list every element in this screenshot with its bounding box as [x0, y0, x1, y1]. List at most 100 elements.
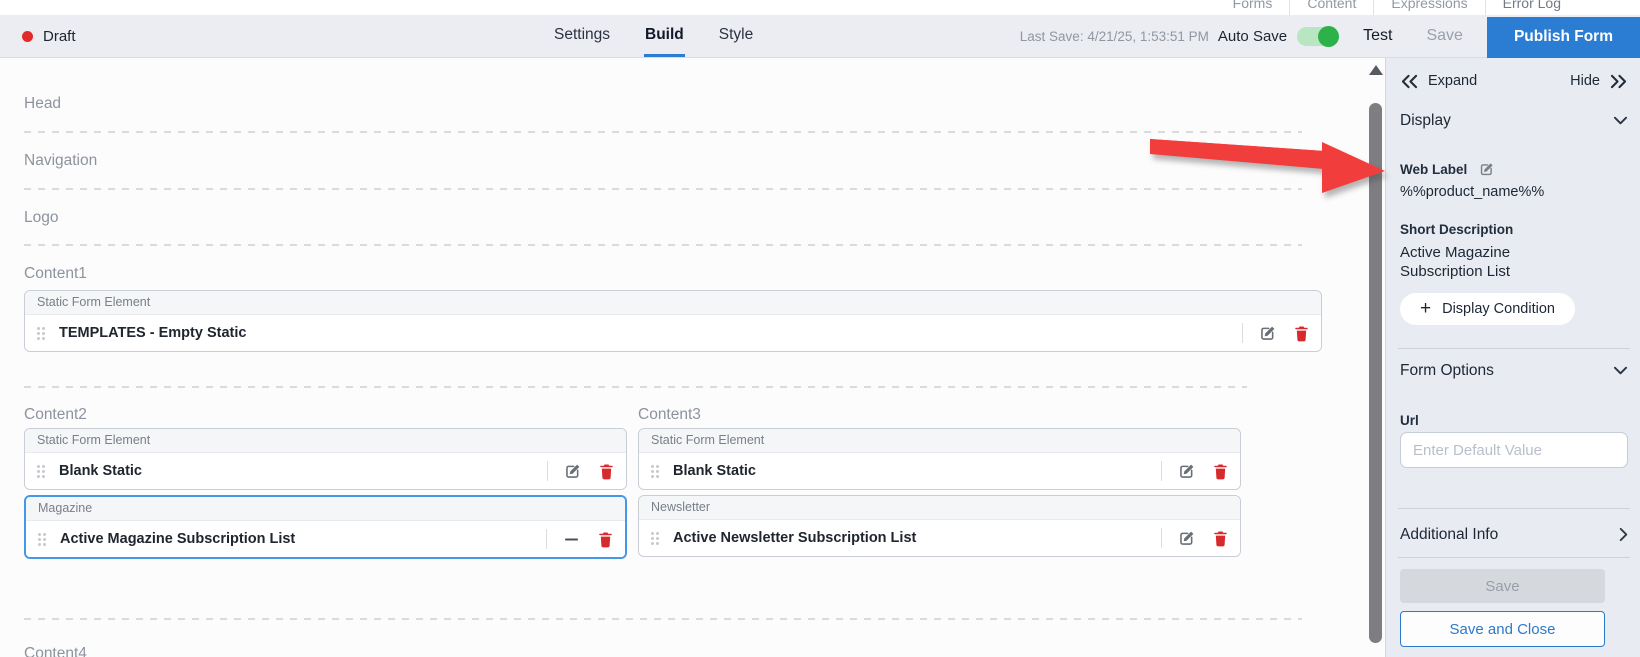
top-nav-strip: Forms Content Expressions Error Log — [0, 0, 1640, 15]
card-row: Blank Static — [639, 453, 1240, 489]
card-title: Active Magazine Subscription List — [60, 531, 546, 547]
section-label-logo[interactable]: Logo — [24, 209, 1385, 227]
header-actions: Last Save: 4/21/25, 1:53:51 PM Auto Save… — [1020, 15, 1640, 57]
top-tab-forms[interactable]: Forms — [1216, 0, 1290, 15]
auto-save-label: Auto Save — [1218, 28, 1287, 45]
form-element-card-magazine-selected[interactable]: Magazine Active Magazine Subscription Li… — [24, 495, 627, 559]
url-input[interactable] — [1400, 432, 1628, 468]
additional-info-section-header[interactable]: Additional Info — [1400, 525, 1628, 544]
drag-handle-icon[interactable] — [651, 532, 659, 545]
divider — [1242, 323, 1243, 343]
form-options-section-header[interactable]: Form Options — [1400, 361, 1628, 380]
form-element-card-blank-static[interactable]: Static Form Element Blank Static — [638, 428, 1241, 490]
web-label-value: %%product_name%% — [1400, 183, 1628, 201]
header-save-button[interactable]: Save — [1426, 27, 1462, 45]
publish-form-button[interactable]: Publish Form — [1487, 17, 1640, 58]
top-nav-tabs: Forms Content Expressions Error Log — [1216, 0, 1578, 15]
divider — [1161, 528, 1162, 548]
expand-label: Expand — [1428, 73, 1477, 89]
card-type-label: Static Form Element — [25, 429, 626, 453]
card-type-label: Static Form Element — [639, 429, 1240, 453]
drag-handle-icon[interactable] — [38, 533, 46, 546]
short-description-value: Active Magazine Subscription List — [1400, 243, 1570, 281]
form-status: Draft — [22, 15, 76, 57]
card-actions — [1161, 461, 1230, 481]
delete-icon[interactable] — [1211, 462, 1230, 481]
url-field-label: Url — [1400, 413, 1628, 429]
auto-save-toggle[interactable] — [1297, 26, 1339, 47]
edit-icon[interactable] — [1177, 462, 1196, 481]
expand-panel-button[interactable]: Expand — [1400, 73, 1477, 89]
card-row: TEMPLATES - Empty Static — [25, 315, 1321, 351]
save-and-close-button[interactable]: Save and Close — [1400, 611, 1605, 647]
drag-handle-icon[interactable] — [37, 465, 45, 478]
chevrons-left-icon — [1400, 74, 1419, 89]
test-button[interactable]: Test — [1363, 27, 1392, 45]
display-section-header[interactable]: Display — [1400, 111, 1628, 130]
delete-icon[interactable] — [596, 530, 615, 549]
section-divider — [24, 131, 1302, 133]
draft-status-label: Draft — [43, 28, 76, 45]
top-tab-expressions[interactable]: Expressions — [1373, 0, 1484, 15]
section-label-content2[interactable]: Content2 — [24, 406, 638, 424]
last-save-timestamp: Last Save: 4/21/25, 1:53:51 PM — [1020, 29, 1209, 44]
edit-icon[interactable] — [1177, 529, 1196, 548]
panel-divider — [1398, 508, 1630, 509]
top-tab-error-log[interactable]: Error Log — [1485, 0, 1578, 15]
divider — [547, 461, 548, 481]
content2-column: Static Form Element Blank Static — [24, 428, 627, 559]
tab-settings[interactable]: Settings — [553, 15, 611, 57]
canvas-scrollbar — [1366, 58, 1385, 657]
drag-handle-icon[interactable] — [37, 327, 45, 340]
card-actions — [1242, 323, 1311, 343]
card-actions — [546, 529, 615, 549]
tab-style[interactable]: Style — [718, 15, 754, 57]
chevron-down-icon — [1613, 116, 1628, 125]
section-label-head[interactable]: Head — [24, 95, 1385, 113]
form-canvas: Head Navigation Logo Content1 Static For… — [0, 58, 1385, 657]
minus-icon[interactable] — [562, 530, 581, 549]
delete-icon[interactable] — [1292, 324, 1311, 343]
edit-icon[interactable] — [563, 462, 582, 481]
hide-panel-button[interactable]: Hide — [1570, 73, 1628, 89]
drag-handle-icon[interactable] — [651, 465, 659, 478]
short-description-title: Short Description — [1400, 222, 1628, 238]
builder-tabs: Settings Build Style — [553, 15, 754, 57]
section-divider — [24, 618, 1302, 620]
form-element-card-templates-static[interactable]: Static Form Element TEMPLATES - Empty St… — [24, 290, 1322, 352]
chevron-down-icon — [1613, 366, 1628, 375]
section-divider — [24, 386, 1247, 388]
card-title: Active Newsletter Subscription List — [673, 530, 1161, 546]
card-row: Blank Static — [25, 453, 626, 489]
scroll-up-arrow-icon[interactable] — [1369, 65, 1383, 75]
additional-info-title: Additional Info — [1400, 525, 1498, 544]
delete-icon[interactable] — [1211, 529, 1230, 548]
display-section-title: Display — [1400, 111, 1451, 130]
section-label-content3[interactable]: Content3 — [638, 406, 701, 424]
edit-icon[interactable] — [1258, 324, 1277, 343]
section-divider — [24, 244, 1302, 246]
section-label-navigation[interactable]: Navigation — [24, 152, 1385, 170]
edit-icon[interactable] — [1477, 160, 1496, 179]
card-actions — [547, 461, 616, 481]
add-display-condition-button[interactable]: + Display Condition — [1400, 293, 1575, 325]
form-options-title: Form Options — [1400, 361, 1494, 380]
section-label-content1[interactable]: Content1 — [24, 265, 1385, 283]
content3-column: Static Form Element Blank Static — [638, 428, 1241, 559]
divider — [1161, 461, 1162, 481]
panel-save-button[interactable]: Save — [1400, 569, 1605, 603]
content-row: Static Form Element Blank Static — [24, 428, 1385, 559]
tab-build[interactable]: Build — [644, 15, 685, 57]
scrollbar-thumb[interactable] — [1369, 103, 1382, 643]
card-type-label: Newsletter — [639, 496, 1240, 520]
form-element-card-blank-static[interactable]: Static Form Element Blank Static — [24, 428, 627, 490]
top-tab-content[interactable]: Content — [1289, 0, 1373, 15]
panel-divider — [1398, 348, 1630, 349]
plus-icon: + — [1420, 299, 1431, 318]
card-actions — [1161, 528, 1230, 548]
card-title: Blank Static — [673, 463, 1161, 479]
section-label-content4[interactable]: Content4 — [24, 645, 1385, 657]
delete-icon[interactable] — [597, 462, 616, 481]
form-element-card-newsletter[interactable]: Newsletter Active Newsletter Subscriptio… — [638, 495, 1241, 557]
card-title: Blank Static — [59, 463, 547, 479]
